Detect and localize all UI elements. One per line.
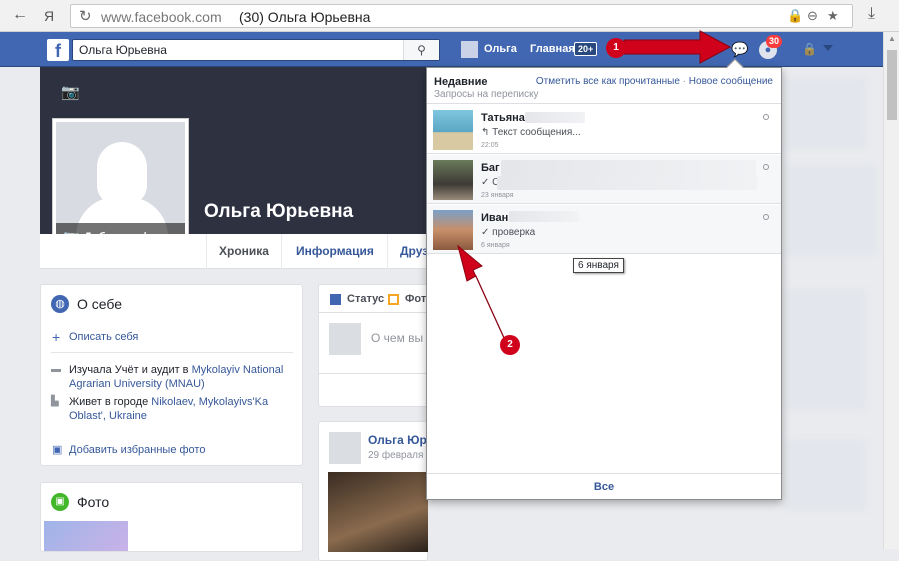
annotation-marker-2: 2 xyxy=(500,335,520,355)
annotation-arrow-1 xyxy=(623,30,732,64)
annotation-overlay xyxy=(457,30,732,343)
annotation-arrow-2 xyxy=(457,244,507,343)
annotation-marker-1: 1 xyxy=(606,38,626,58)
